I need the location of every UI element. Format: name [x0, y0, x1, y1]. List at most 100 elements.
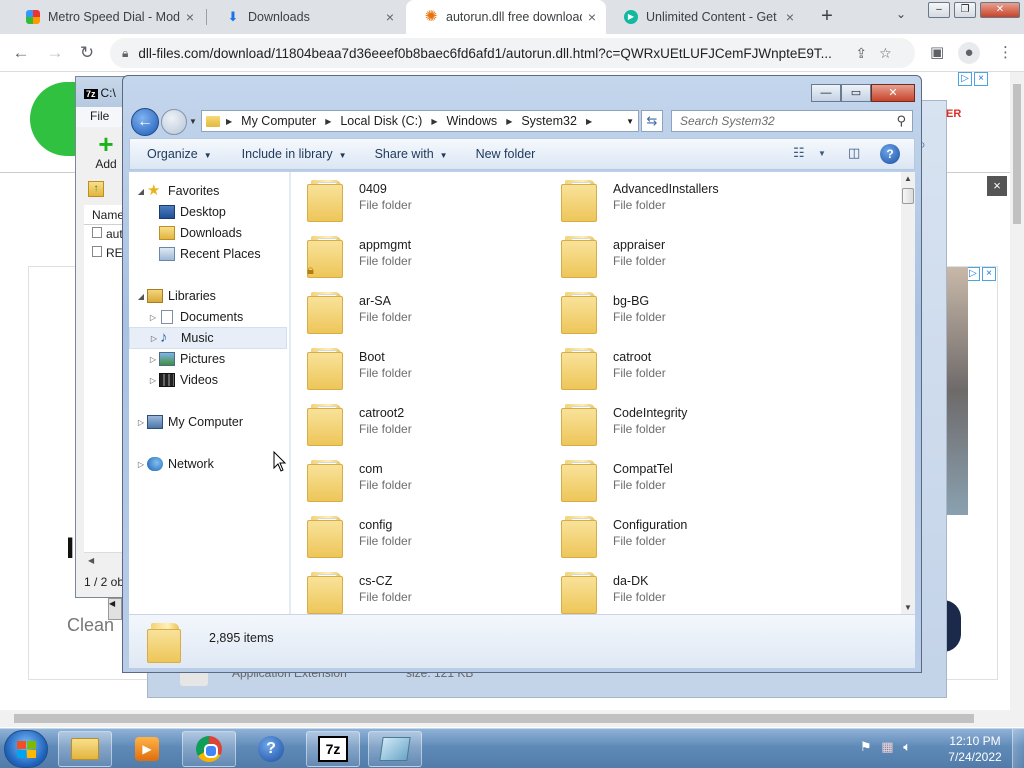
include-in-library-button[interactable]: Include in library ▼: [242, 147, 347, 161]
search-input[interactable]: Search System32 ⚲: [671, 110, 913, 132]
expanded-arrow-icon[interactable]: ◢: [135, 187, 147, 196]
restore-button[interactable]: ❐: [954, 2, 976, 18]
share-icon[interactable]: ⇪: [855, 45, 867, 62]
folder-item[interactable]: CodeIntegrity File folder: [561, 398, 811, 452]
bookmark-star-icon[interactable]: ☆: [879, 45, 892, 62]
new-folder-button[interactable]: New folder: [476, 147, 536, 161]
tab-search-icon[interactable]: ⌄: [896, 7, 906, 21]
vertical-scrollbar[interactable]: [1010, 72, 1024, 727]
nav-videos[interactable]: ▷ Videos: [147, 369, 305, 391]
nav-recent-places[interactable]: Recent Places: [147, 243, 305, 265]
collapsed-arrow-icon[interactable]: ▷: [135, 460, 147, 469]
close-icon[interactable]: ×: [186, 9, 194, 25]
scroll-thumb[interactable]: [1013, 84, 1021, 224]
close-icon[interactable]: ×: [588, 9, 596, 25]
side-close-icon[interactable]: ×: [987, 176, 1007, 196]
help-icon[interactable]: ?: [880, 144, 900, 164]
refresh-button[interactable]: ⇆: [641, 110, 663, 132]
folder-item[interactable]: catroot2 File folder: [307, 398, 557, 452]
tab-downloads[interactable]: ⬇ Downloads ×: [208, 0, 404, 34]
close-button[interactable]: ✕: [871, 84, 915, 102]
folder-item[interactable]: catroot File folder: [561, 342, 811, 396]
scroll-down-arrow-icon[interactable]: ▼: [904, 603, 912, 612]
nav-desktop[interactable]: Desktop: [147, 201, 305, 223]
scroll-up-arrow-icon[interactable]: ▲: [904, 174, 912, 183]
view-dropdown-icon[interactable]: ▼: [818, 149, 826, 158]
folder-item[interactable]: com File folder: [307, 454, 557, 508]
tab-metro-speed-dial[interactable]: Metro Speed Dial - Mode ×: [8, 0, 204, 34]
nav-downloads[interactable]: Downloads: [147, 222, 305, 244]
action-center-icon[interactable]: ⚑: [860, 739, 872, 754]
maximize-button[interactable]: ▭: [841, 84, 871, 102]
breadcrumb-windows[interactable]: Windows: [446, 114, 497, 128]
breadcrumb-my-computer[interactable]: My Computer: [241, 114, 316, 128]
collapsed-arrow-icon[interactable]: ▷: [148, 334, 160, 343]
ad-close-icon[interactable]: ×: [982, 267, 996, 281]
horizontal-scrollbar[interactable]: [0, 710, 1010, 727]
profile-avatar-icon[interactable]: ●: [958, 42, 980, 64]
nav-favorites[interactable]: ◢ ★ Favorites: [135, 180, 293, 202]
new-tab-button[interactable]: +: [815, 4, 839, 28]
taskbar-installer[interactable]: [368, 731, 422, 767]
forward-arrow-icon[interactable]: →: [44, 42, 66, 64]
url-text[interactable]: dll-files.com/download/11804beaa7d36eeef…: [138, 46, 843, 61]
expanded-arrow-icon[interactable]: ◢: [135, 292, 147, 301]
ad-close-icon[interactable]: ×: [974, 72, 988, 86]
breadcrumb-local-disk[interactable]: Local Disk (C:): [340, 114, 422, 128]
chevron-right-icon[interactable]: ▶: [431, 117, 437, 126]
folder-item[interactable]: config File folder: [307, 510, 557, 564]
folder-up-icon[interactable]: ↑: [88, 181, 104, 197]
start-button[interactable]: [4, 730, 48, 768]
close-window-button[interactable]: ✕: [980, 2, 1020, 18]
share-with-button[interactable]: Share with ▼: [375, 147, 448, 161]
back-arrow-icon[interactable]: ←: [10, 42, 32, 64]
taskbar-explorer[interactable]: [58, 731, 112, 767]
folder-item[interactable]: 🔒︎ appmgmt File folder: [307, 230, 557, 284]
close-icon[interactable]: ×: [386, 9, 394, 25]
tab-autorun-dll[interactable]: ✺ autorun.dll free download ×: [406, 0, 606, 34]
nav-documents[interactable]: ▷ Documents: [147, 306, 305, 328]
folder-item[interactable]: ar-SA File folder: [307, 286, 557, 340]
network-tray-icon[interactable]: ▦: [881, 739, 893, 754]
search-icon[interactable]: ⚲: [896, 113, 906, 129]
collapsed-arrow-icon[interactable]: ▷: [147, 313, 159, 322]
content-scrollbar[interactable]: ▲ ▼: [901, 172, 915, 614]
chevron-right-icon[interactable]: ▶: [506, 117, 512, 126]
folder-item[interactable]: appraiser File folder: [561, 230, 811, 284]
nav-network[interactable]: ▷ Network: [135, 453, 293, 475]
preview-pane-icon[interactable]: ◫: [848, 145, 860, 161]
taskbar-help[interactable]: ?: [244, 731, 298, 767]
change-view-icon[interactable]: ☷: [793, 145, 805, 161]
back-button[interactable]: ←: [131, 108, 159, 136]
organize-button[interactable]: Organize ▼: [147, 147, 212, 161]
chevron-right-icon[interactable]: ▶: [226, 117, 232, 126]
folder-item[interactable]: AdvancedInstallers File folder: [561, 174, 811, 228]
collapsed-arrow-icon[interactable]: ▷: [147, 376, 159, 385]
folder-item[interactable]: CompatTel File folder: [561, 454, 811, 508]
nav-music[interactable]: ▷ ♪ Music: [129, 327, 287, 349]
minimize-button[interactable]: —: [811, 84, 841, 102]
recent-pages-chevron-icon[interactable]: ▼: [189, 117, 197, 126]
address-breadcrumb[interactable]: ▶ My Computer ▶ Local Disk (C:) ▶ Window…: [201, 110, 639, 132]
folder-item[interactable]: Boot File folder: [307, 342, 557, 396]
close-icon[interactable]: ×: [786, 9, 794, 25]
nav-pictures[interactable]: ▷ Pictures: [147, 348, 305, 370]
show-desktop-button[interactable]: [1012, 729, 1024, 768]
scroll-thumb[interactable]: [902, 188, 914, 204]
folder-item[interactable]: cs-CZ File folder: [307, 566, 557, 614]
breadcrumb-system32[interactable]: System32: [521, 114, 577, 128]
reload-icon[interactable]: ↻: [76, 42, 98, 64]
folder-item[interactable]: da-DK File folder: [561, 566, 811, 614]
clock[interactable]: 12:10 PM 7/24/2022: [940, 733, 1010, 765]
folder-item[interactable]: Configuration File folder: [561, 510, 811, 564]
taskbar-chrome[interactable]: [182, 731, 236, 767]
address-bar[interactable]: 🔒︎ dll-files.com/download/11804beaa7d36e…: [110, 38, 915, 68]
taskbar-7zip[interactable]: 7z: [306, 731, 360, 767]
collapsed-arrow-icon[interactable]: ▷: [135, 418, 147, 427]
ad-choices-icon[interactable]: ▷: [958, 72, 972, 86]
scroll-thumb[interactable]: [14, 714, 974, 723]
add-button[interactable]: + Add: [86, 131, 126, 171]
folder-item[interactable]: 0409 File folder: [307, 174, 557, 228]
ad-choices-icon[interactable]: ▷: [966, 267, 980, 281]
tab-unlimited-content[interactable]: ▶ Unlimited Content - Get ×: [606, 0, 804, 34]
